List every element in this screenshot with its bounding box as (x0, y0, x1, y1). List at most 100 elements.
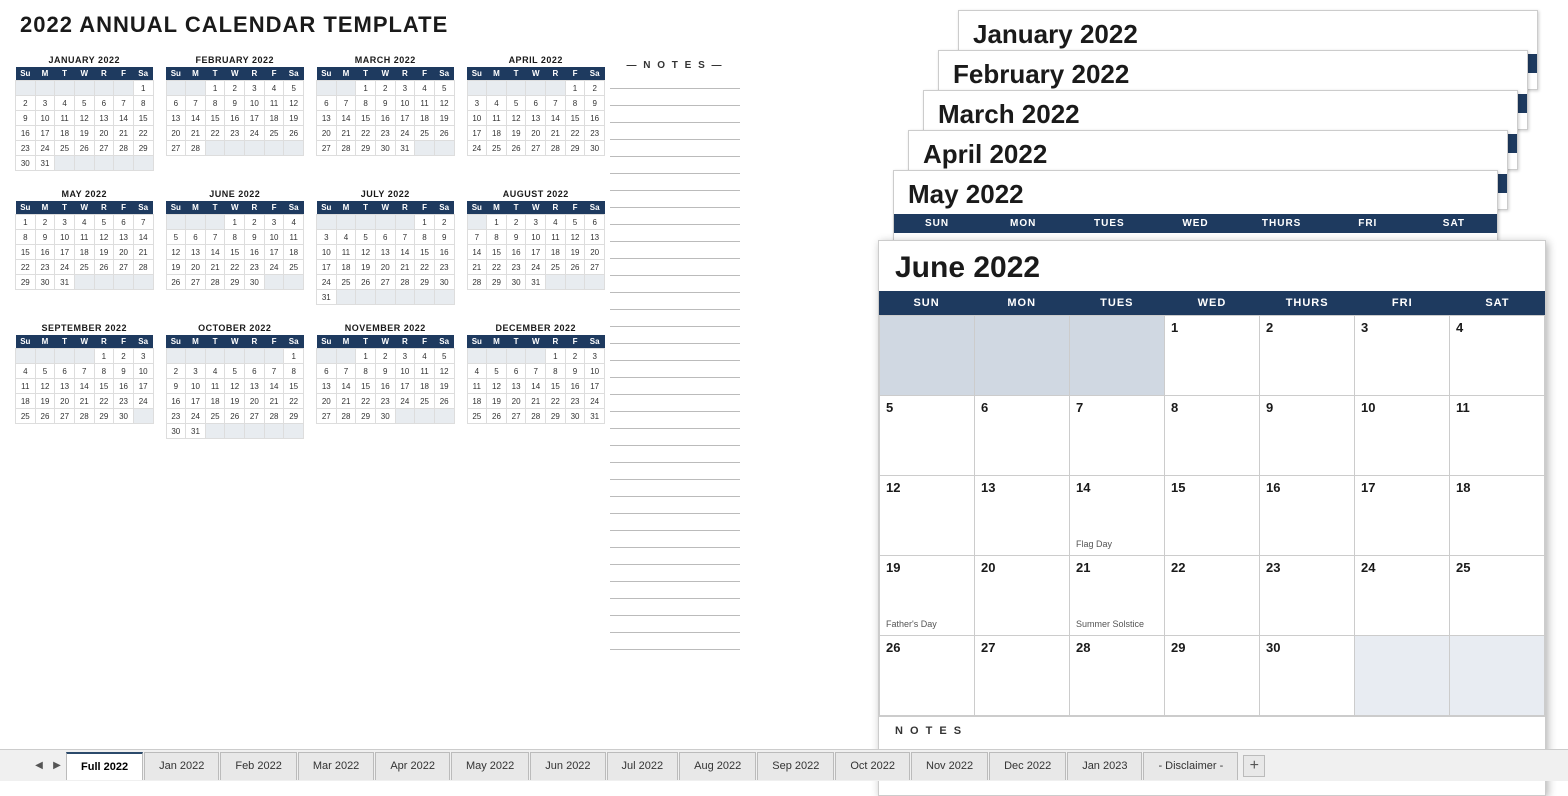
tab-jun2022[interactable]: Jun 2022 (530, 752, 605, 780)
calendar-day: 26 (225, 409, 245, 424)
calendar-day: 10 (317, 245, 337, 260)
tab-mar2022[interactable]: Mar 2022 (298, 752, 374, 780)
calendar-day: 8 (205, 96, 225, 111)
june-day-cell: 11 (1450, 396, 1545, 476)
note-line (610, 602, 740, 616)
calendar-day: 29 (415, 275, 435, 290)
small-cal-title: FEBRUARY 2022 (166, 55, 305, 65)
calendar-day: 19 (166, 260, 186, 275)
day-header: F (264, 201, 284, 215)
june-day-cell (975, 316, 1070, 396)
calendar-day: 27 (245, 409, 265, 424)
june-day-cell: 1 (1165, 316, 1260, 396)
tab-dec2022[interactable]: Dec 2022 (989, 752, 1066, 780)
june-day-cell: 3 (1355, 316, 1450, 396)
day-header: Su (16, 201, 36, 215)
calendar-day (565, 275, 585, 290)
day-header: T (55, 201, 75, 215)
june-day-number: 11 (1456, 400, 1470, 415)
calendar-day (74, 81, 94, 96)
calendar-day: 3 (245, 81, 265, 96)
june-day-cell: 13 (975, 476, 1070, 556)
tab-jan2022[interactable]: Jan 2022 (144, 752, 219, 780)
calendar-day: 8 (487, 230, 507, 245)
calendar-day: 7 (264, 364, 284, 379)
add-tab-button[interactable]: + (1243, 755, 1265, 777)
tab-sep2022[interactable]: Sep 2022 (757, 752, 834, 780)
calendar-day: 17 (395, 111, 415, 126)
calendar-day: 24 (526, 260, 546, 275)
calendar-day (317, 215, 337, 230)
june-day-cell: 19Father's Day (880, 556, 975, 636)
small-cal: APRIL 2022SuMTWRFSa123456789101112131415… (467, 55, 606, 171)
calendar-day: 2 (225, 81, 245, 96)
calendar-day (487, 349, 507, 364)
calendar-day: 2 (16, 96, 36, 111)
calendar-day: 10 (467, 111, 487, 126)
note-line (610, 517, 740, 531)
june-day-number: 3 (1361, 320, 1368, 335)
calendar-day: 1 (356, 81, 376, 96)
calendar-day: 7 (336, 96, 356, 111)
june-day-cell: 9 (1260, 396, 1355, 476)
may-header: SUN MON TUES WED THURS FRI SAT (894, 214, 1497, 233)
note-line (610, 534, 740, 548)
calendar-day: 23 (35, 260, 55, 275)
june-day-cell (1070, 316, 1165, 396)
day-header: R (546, 201, 566, 215)
calendar-day: 23 (375, 394, 395, 409)
calendar-day: 25 (264, 126, 284, 141)
june-day-number: 7 (1076, 400, 1083, 415)
calendar-day: 19 (284, 111, 304, 126)
calendar-day: 11 (415, 96, 435, 111)
tab-jul2022[interactable]: Jul 2022 (607, 752, 679, 780)
calendar-day: 28 (186, 141, 206, 156)
calendar-day (415, 141, 435, 156)
calendar-day (55, 156, 75, 171)
tab-apr2022[interactable]: Apr 2022 (375, 752, 450, 780)
note-line (610, 75, 740, 89)
day-header: T (506, 335, 526, 349)
calendar-day (434, 141, 454, 156)
tab-may2022[interactable]: May 2022 (451, 752, 529, 780)
sheet-may[interactable]: May 2022 SUN MON TUES WED THURS FRI SAT (893, 170, 1498, 250)
june-day-cell: 21Summer Solstice (1070, 556, 1165, 636)
calendar-day: 29 (546, 409, 566, 424)
note-line (610, 432, 740, 446)
note-line (610, 211, 740, 225)
june-day-cell: 17 (1355, 476, 1450, 556)
calendar-day: 24 (35, 141, 55, 156)
tab-aug2022[interactable]: Aug 2022 (679, 752, 756, 780)
calendar-day: 27 (186, 275, 206, 290)
day-header: T (205, 201, 225, 215)
calendar-day: 5 (94, 215, 114, 230)
june-day-cell (880, 316, 975, 396)
tab-nav-right[interactable]: ▶ (48, 757, 66, 775)
calendar-day: 29 (356, 141, 376, 156)
calendar-day: 10 (245, 96, 265, 111)
day-header: F (264, 67, 284, 81)
calendar-day: 28 (546, 141, 566, 156)
calendar-day: 13 (317, 379, 337, 394)
tab-full2022[interactable]: Full 2022 (66, 752, 143, 780)
calendar-day: 28 (467, 275, 487, 290)
calendar-day: 22 (415, 260, 435, 275)
tab-jan2023[interactable]: Jan 2023 (1067, 752, 1142, 780)
june-day-number: 24 (1361, 560, 1375, 575)
tab--disclaimer-[interactable]: - Disclaimer - (1143, 752, 1238, 780)
tab-oct2022[interactable]: Oct 2022 (835, 752, 910, 780)
tab-feb2022[interactable]: Feb 2022 (220, 752, 296, 780)
day-header: M (336, 335, 356, 349)
calendar-day (264, 424, 284, 439)
note-line (610, 381, 740, 395)
tab-nav-left[interactable]: ◀ (30, 757, 48, 775)
calendar-day: 2 (585, 81, 605, 96)
day-header: W (375, 335, 395, 349)
calendar-day (415, 290, 435, 305)
calendar-day: 16 (35, 245, 55, 260)
calendar-day: 14 (114, 111, 134, 126)
small-cal: OCTOBER 2022SuMTWRFSa1234567891011121314… (166, 323, 305, 439)
calendar-day: 31 (395, 141, 415, 156)
calendar-day: 24 (245, 126, 265, 141)
tab-nov2022[interactable]: Nov 2022 (911, 752, 988, 780)
